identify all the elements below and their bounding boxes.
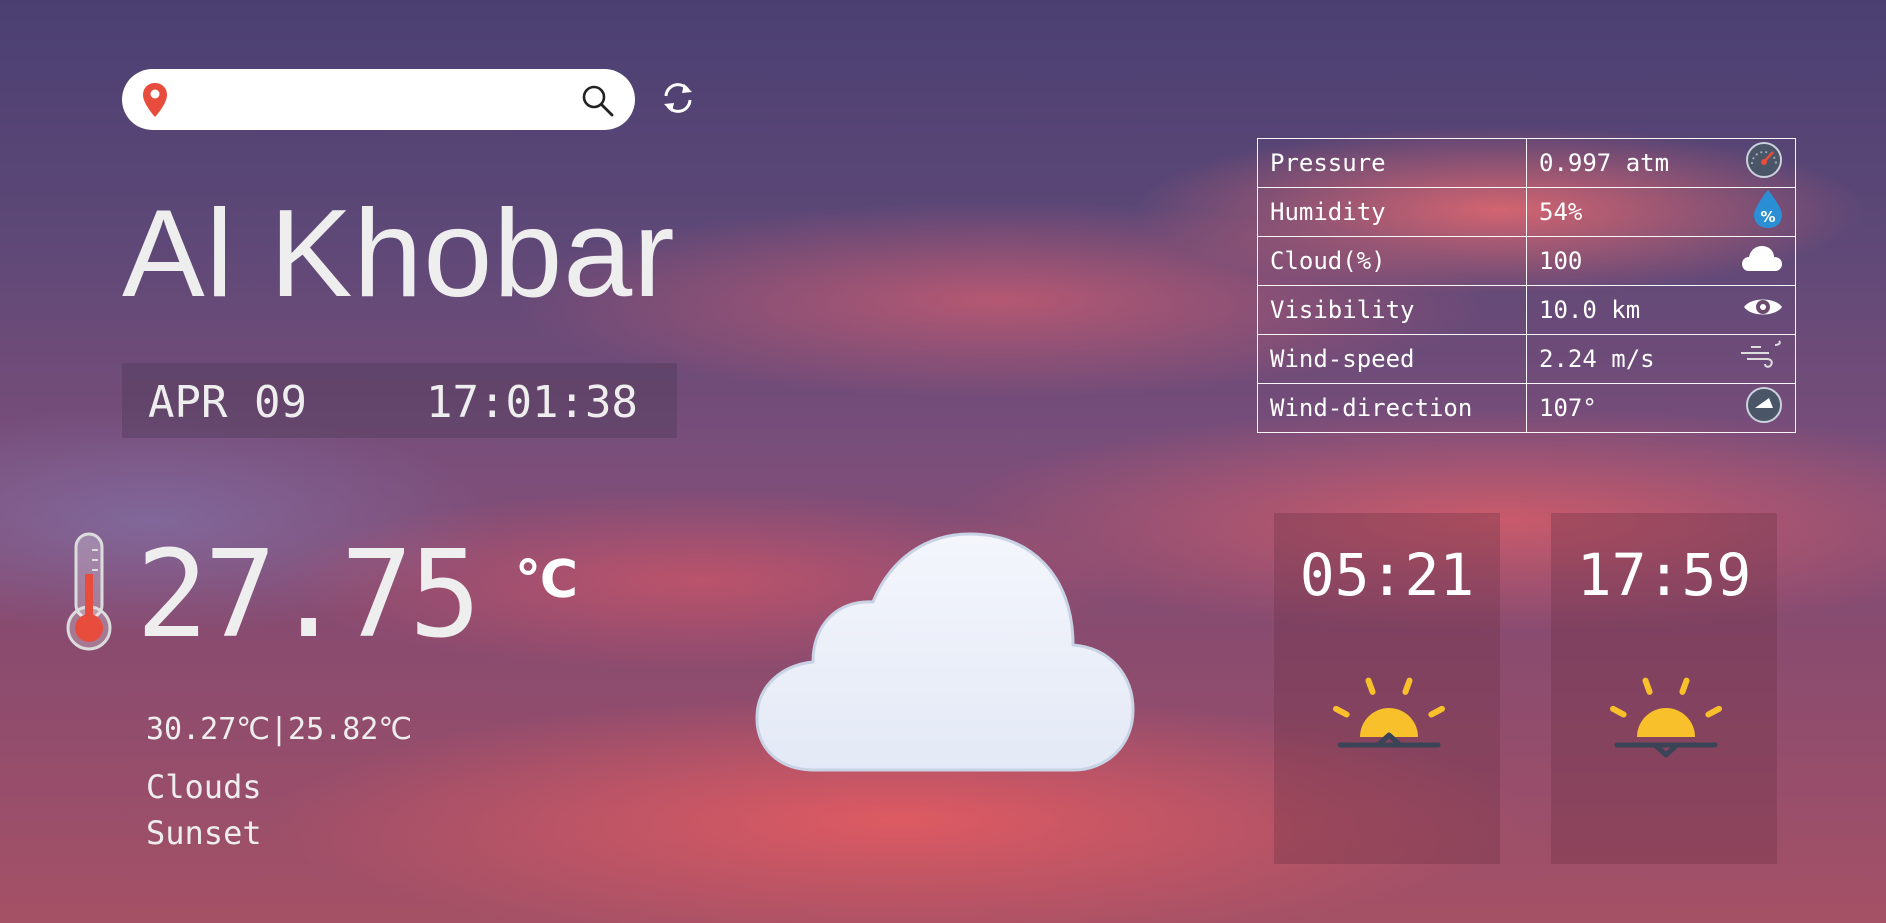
svg-text:%: % — [1760, 208, 1775, 226]
details-value: 2.24 m/s — [1539, 345, 1655, 373]
details-label: Cloud(%) — [1257, 236, 1527, 286]
cloud-icon — [1741, 244, 1783, 278]
details-value: 107° — [1539, 394, 1597, 422]
weather-condition: Clouds — [146, 768, 262, 806]
details-label: Wind-direction — [1257, 383, 1527, 433]
temperature-unit: ℃ — [515, 550, 578, 610]
map-pin-icon — [142, 82, 168, 122]
city-name: Al Khobar — [122, 185, 676, 323]
details-row-wind-speed: Wind-speed 2.24 m/s — [1257, 334, 1796, 384]
sunset-icon — [1601, 673, 1731, 777]
datetime-panel: APR 09 17:01:38 — [122, 363, 677, 438]
sunrise-time: 05:21 — [1299, 541, 1475, 609]
details-label: Wind-speed — [1257, 334, 1527, 384]
details-row-humidity: Humidity 54% % — [1257, 187, 1796, 237]
details-row-wind-direction: Wind-direction 107° — [1257, 383, 1796, 433]
eye-icon — [1743, 295, 1783, 325]
weather-period: Sunset — [146, 814, 262, 852]
details-row-visibility: Visibility 10.0 km — [1257, 285, 1796, 335]
details-row-cloud: Cloud(%) 100 — [1257, 236, 1796, 286]
details-value: 100 — [1539, 247, 1583, 275]
wind-icon — [1739, 339, 1783, 379]
current-time: 17:01:38 — [426, 377, 638, 428]
current-date: APR 09 — [148, 377, 307, 428]
temperature-max-min: 30.27℃|25.82℃ — [146, 712, 413, 747]
thermometer-icon — [62, 530, 116, 656]
details-value: 54% — [1539, 198, 1583, 226]
temperature-value: 27.75 — [136, 526, 481, 665]
details-label: Visibility — [1257, 285, 1527, 335]
sunset-time: 17:59 — [1576, 541, 1752, 609]
compass-icon — [1745, 386, 1783, 430]
sunset-card: 17:59 — [1551, 513, 1777, 864]
search-icon[interactable] — [581, 84, 615, 122]
details-value: 10.0 km — [1539, 296, 1641, 324]
details-row-pressure: Pressure 0.997 atm — [1257, 138, 1796, 188]
details-label: Humidity — [1257, 187, 1527, 237]
gauge-icon — [1745, 141, 1783, 185]
cloud-icon — [755, 530, 1135, 779]
search-bar — [122, 69, 635, 130]
details-label: Pressure — [1257, 138, 1527, 188]
search-input[interactable] — [184, 81, 568, 119]
sunrise-card: 05:21 — [1274, 513, 1500, 864]
weather-details-table: Pressure 0.997 atm Humidity 54% % Cloud(… — [1257, 138, 1796, 433]
humidity-drop-icon: % — [1753, 189, 1783, 235]
details-value: 0.997 atm — [1539, 149, 1670, 177]
refresh-icon[interactable] — [660, 80, 696, 120]
sunrise-icon — [1324, 673, 1454, 777]
